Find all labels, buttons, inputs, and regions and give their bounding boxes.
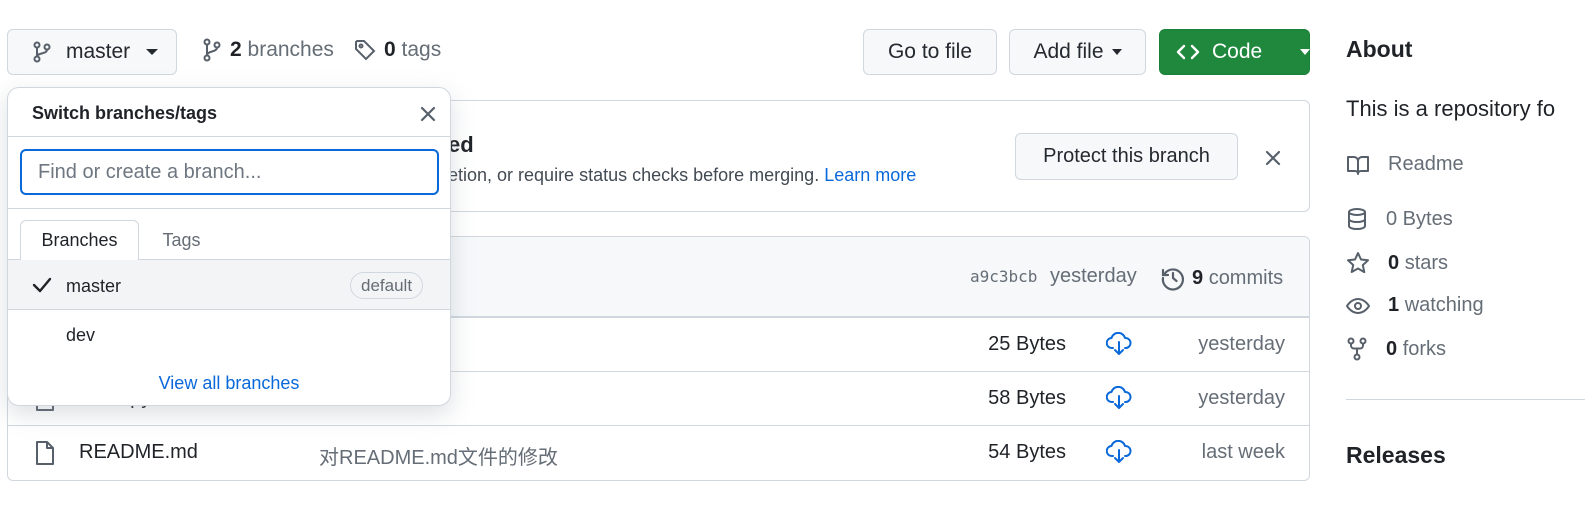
- branch-dropdown: Switch branches/tags Branches Tags maste…: [7, 87, 451, 406]
- branches-link[interactable]: 2 branches: [202, 38, 334, 62]
- commits-link[interactable]: 9 commits: [1160, 265, 1283, 291]
- divider: [8, 136, 450, 137]
- watching-label: watching: [1404, 294, 1484, 316]
- code-icon: [1176, 43, 1200, 61]
- history-icon: [1160, 265, 1186, 291]
- branches-count: 2: [230, 38, 242, 61]
- banner-description: etion, or require status checks before m…: [448, 165, 820, 185]
- branch-name: dev: [66, 325, 96, 345]
- download-icon[interactable]: [1106, 386, 1132, 410]
- git-branch-icon: [32, 41, 52, 63]
- add-file-button[interactable]: Add file: [1009, 29, 1146, 75]
- book-icon: [1346, 154, 1370, 176]
- repo-description: This is a repository fo: [1346, 96, 1556, 121]
- commits-count: 9: [1192, 266, 1204, 289]
- dropdown-title: Switch branches/tags: [32, 103, 218, 123]
- file-icon: [34, 440, 56, 466]
- watching-count: 1: [1388, 294, 1400, 316]
- stars-link[interactable]: 0 stars: [1346, 251, 1448, 275]
- repo-size: 0 Bytes: [1346, 207, 1453, 231]
- branch-item-master[interactable]: master default: [8, 259, 450, 310]
- table-row[interactable]: README.md 对README.md文件的修改 54 Bytes last …: [8, 425, 1309, 479]
- go-to-file-label: Go to file: [887, 40, 973, 63]
- eye-icon: [1346, 296, 1370, 316]
- file-time: yesterday: [1198, 333, 1285, 355]
- file-size: 54 Bytes: [988, 441, 1066, 463]
- size-label: 0 Bytes: [1386, 207, 1453, 230]
- close-icon[interactable]: [418, 104, 438, 124]
- chevron-down-icon: [146, 49, 159, 55]
- readme-link[interactable]: Readme: [1346, 153, 1464, 176]
- check-icon: [32, 276, 52, 294]
- download-icon[interactable]: [1106, 332, 1132, 356]
- go-to-file-button[interactable]: Go to file: [863, 29, 997, 75]
- branch-search-input[interactable]: [20, 149, 439, 195]
- branch-name: master: [66, 40, 131, 63]
- close-icon[interactable]: [1262, 147, 1284, 169]
- code-button[interactable]: Code: [1159, 29, 1311, 75]
- download-icon[interactable]: [1106, 440, 1132, 464]
- commit-time: yesterday: [1050, 265, 1137, 287]
- commit-message[interactable]: 对README.md文件的修改: [319, 441, 558, 470]
- forks-link[interactable]: 0 forks: [1346, 337, 1446, 361]
- chevron-down-icon: [1111, 49, 1122, 55]
- git-branch-icon: [202, 38, 222, 62]
- file-size: 25 Bytes: [988, 333, 1066, 355]
- stars-count: 0: [1388, 251, 1400, 274]
- learn-more-link[interactable]: Learn more: [824, 165, 916, 185]
- add-file-label: Add file: [1033, 40, 1104, 63]
- commit-hash[interactable]: a9c3bcb: [970, 267, 1037, 286]
- file-name[interactable]: README.md: [79, 441, 198, 464]
- fork-icon: [1346, 337, 1368, 361]
- branches-label: branches: [247, 38, 334, 61]
- divider: [8, 208, 450, 209]
- readme-label: Readme: [1388, 153, 1464, 175]
- file-size: 58 Bytes: [988, 387, 1066, 409]
- protect-branch-button[interactable]: Protect this branch: [1015, 133, 1238, 180]
- banner-title: ed: [448, 132, 474, 157]
- default-badge: default: [350, 272, 424, 299]
- tags-link[interactable]: 0 tags: [354, 38, 441, 62]
- database-icon: [1346, 207, 1368, 231]
- tab-tags[interactable]: Tags: [139, 220, 224, 260]
- tags-label: tags: [401, 38, 442, 61]
- protect-branch-label: Protect this branch: [1043, 145, 1210, 167]
- banner-text: etion, or require status checks before m…: [448, 165, 916, 186]
- view-all-branches-link[interactable]: View all branches: [8, 373, 450, 394]
- code-label: Code: [1212, 40, 1263, 63]
- divider: [1346, 399, 1585, 400]
- branch-item-dev[interactable]: dev: [8, 310, 450, 358]
- file-time: yesterday: [1198, 387, 1285, 409]
- about-heading: About: [1346, 36, 1413, 62]
- file-time: last week: [1201, 441, 1285, 463]
- watching-link[interactable]: 1 watching: [1346, 294, 1484, 317]
- branch-name: master: [66, 276, 122, 296]
- stars-label: stars: [1404, 251, 1449, 274]
- tab-branches[interactable]: Branches: [20, 220, 139, 260]
- forks-count: 0: [1386, 337, 1398, 360]
- tag-icon: [354, 39, 376, 61]
- forks-label: forks: [1402, 337, 1447, 360]
- commits-label: commits: [1208, 266, 1284, 289]
- star-icon: [1346, 251, 1370, 275]
- branch-select-button[interactable]: master: [7, 29, 177, 75]
- chevron-down-icon: [1300, 49, 1311, 55]
- releases-heading[interactable]: Releases: [1346, 442, 1446, 469]
- tags-count: 0: [384, 38, 396, 61]
